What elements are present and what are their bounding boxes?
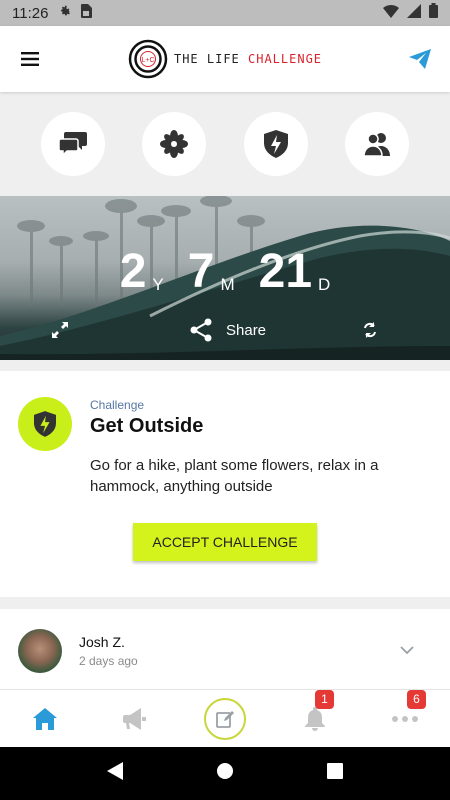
challenge-description: Go for a hike, plant some flowers, relax… [90,457,379,495]
status-bar: 11:26 [0,0,450,26]
tab-compose[interactable] [195,690,255,748]
quick-actions [0,92,450,196]
refresh-button[interactable] [362,322,378,343]
tab-home[interactable] [15,690,75,748]
send-message-button[interactable] [390,26,450,92]
recents-button[interactable] [327,763,344,784]
streak-counter: 2 Y 7 M 21 D [0,248,450,296]
wifi-icon [383,4,399,23]
post-options-button[interactable] [400,642,414,660]
avatar[interactable] [18,629,62,673]
months-unit: M [220,275,235,294]
home-circle-icon [216,763,233,779]
pinwheel-button[interactable] [142,112,207,176]
system-nav-bar [0,747,450,800]
hamburger-menu-icon [21,52,39,66]
accept-challenge-button[interactable]: ACCEPT CHALLENGE [133,523,317,561]
people-icon [363,133,391,156]
compose-icon [216,710,234,728]
streak-hero: 2 Y 7 M 21 D Share [0,196,450,360]
settings-icon [58,4,72,23]
back-triangle-icon [106,762,123,780]
notifications-badge: 1 [315,689,334,709]
status-time: 11:26 [12,4,49,22]
challenge-title: Get Outside [90,415,204,437]
days-value: 21 [258,245,313,298]
challenge-badge [18,397,72,451]
paper-plane-icon [409,49,431,69]
app-logo: L+C THE LIFE CHALLENGE [60,39,390,79]
megaphone-icon [123,707,146,730]
feed-post[interactable]: Josh Z. 2 days ago [0,609,450,689]
logo-mark-text: L+C [141,57,154,64]
challenge-card: Challenge Get Outside Go for a hike, pla… [0,371,450,597]
logo-text-main: THE LIFE [173,52,248,66]
months-value: 7 [187,245,215,298]
logo-mark-icon: L+C [128,39,168,79]
back-button[interactable] [106,762,123,785]
home-button[interactable] [216,762,234,785]
post-timestamp: 2 days ago [79,654,138,668]
years-group: 2 Y [120,248,164,296]
logo-text: THE LIFE CHALLENGE [174,52,322,66]
years-value: 2 [119,245,147,298]
post-author[interactable]: Josh Z. [79,634,125,650]
expand-button[interactable] [52,322,68,343]
home-icon [33,707,57,730]
challenge-shortcut-button[interactable] [243,112,308,176]
refresh-icon [364,322,376,338]
days-group: 21 D [259,248,331,296]
logo-text-accent: CHALLENGE [248,52,323,66]
share-label: Share [226,321,267,339]
chat-button[interactable] [40,112,105,176]
share-icon [190,318,212,342]
days-unit: D [318,275,331,294]
shield-bolt-icon [34,411,56,437]
bottom-tab-bar: 1 6 [0,689,450,747]
years-unit: Y [152,275,164,294]
sim-card-icon [80,3,93,23]
chevron-down-icon [400,646,414,655]
more-badge: 6 [407,689,426,709]
recents-square-icon [327,763,344,779]
signal-icon [407,3,421,23]
community-button[interactable] [345,112,410,176]
tab-announcements[interactable] [105,690,165,748]
more-dots-icon [392,715,418,722]
tab-notifications[interactable]: 1 [285,689,345,748]
months-group: 7 M [188,248,235,296]
battery-icon [429,3,438,23]
challenge-kicker: Challenge [90,398,145,412]
chat-bubbles-icon [58,132,87,156]
shield-bolt-icon [263,130,288,158]
menu-button[interactable] [0,26,60,92]
bell-icon [305,706,325,731]
tab-more[interactable]: 6 [375,689,435,748]
share-button[interactable]: Share [190,318,266,342]
pinwheel-icon [160,130,189,158]
app-bar: L+C THE LIFE CHALLENGE [0,26,450,92]
expand-icon [52,322,68,338]
compose-button[interactable] [204,697,246,740]
